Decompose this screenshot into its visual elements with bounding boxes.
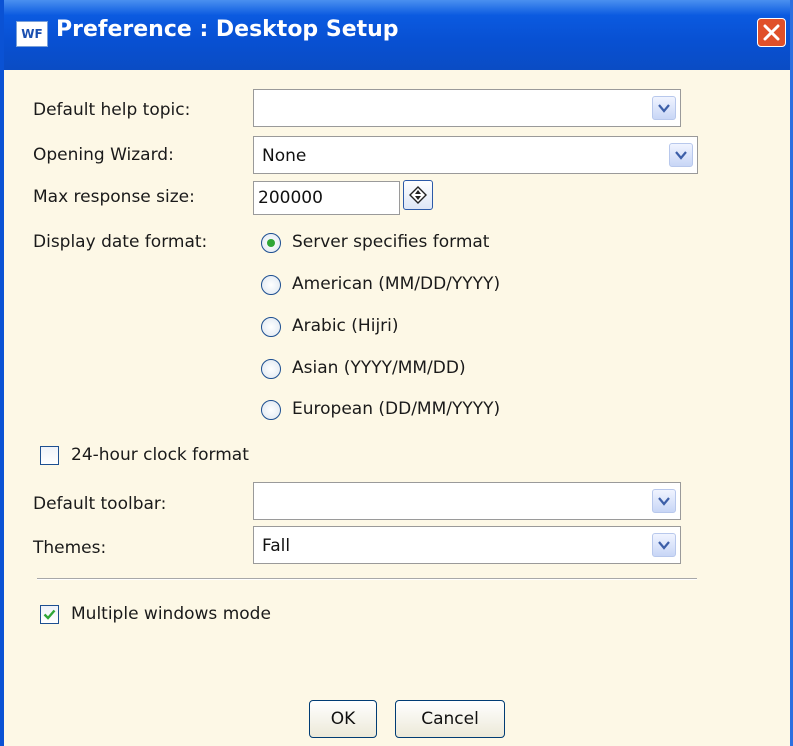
close-icon xyxy=(763,24,780,41)
radio-label-arabic[interactable]: Arabic (Hijri) xyxy=(292,316,399,336)
preference-dialog: WF Preference : Desktop Setup Default he… xyxy=(0,0,793,746)
clock-24-hour-checkbox[interactable] xyxy=(40,446,59,465)
title-bar[interactable]: WF Preference : Desktop Setup xyxy=(4,0,790,70)
default-toolbar-select[interactable] xyxy=(253,482,681,520)
app-icon: WF xyxy=(16,21,48,47)
checkmark-icon xyxy=(43,609,56,620)
max-response-size-input[interactable] xyxy=(258,188,393,208)
clock-24-hour-label[interactable]: 24-hour clock format xyxy=(71,445,249,465)
ok-button[interactable]: OK xyxy=(309,700,377,738)
default-help-topic-label: Default help topic: xyxy=(33,100,191,120)
cancel-button[interactable]: Cancel xyxy=(395,700,505,738)
radio-label-american[interactable]: American (MM/DD/YYYY) xyxy=(292,274,500,294)
radio-label-asian[interactable]: Asian (YYYY/MM/DD) xyxy=(292,358,466,378)
opening-wizard-select[interactable]: None xyxy=(253,136,698,174)
radio-european[interactable] xyxy=(261,400,281,420)
opening-wizard-value: None xyxy=(262,146,307,166)
max-response-size-label: Max response size: xyxy=(33,187,195,207)
opening-wizard-label: Opening Wizard: xyxy=(33,145,174,165)
themes-dropdown-button[interactable] xyxy=(652,533,676,557)
chevron-down-icon xyxy=(658,497,670,506)
themes-label: Themes: xyxy=(33,538,107,558)
default-toolbar-dropdown-button[interactable] xyxy=(652,489,676,513)
radio-asian[interactable] xyxy=(261,359,281,379)
default-help-topic-select[interactable] xyxy=(253,89,681,127)
chevron-down-icon xyxy=(658,541,670,550)
separator xyxy=(37,578,697,580)
opening-wizard-dropdown-button[interactable] xyxy=(669,143,693,167)
close-button[interactable] xyxy=(757,18,786,47)
themes-select[interactable]: Fall xyxy=(253,526,681,564)
default-help-topic-dropdown-button[interactable] xyxy=(652,96,676,120)
chevron-down-icon xyxy=(675,151,687,160)
radio-server-specifies-format[interactable] xyxy=(261,233,281,253)
themes-value: Fall xyxy=(262,536,291,556)
radio-selected-dot xyxy=(267,239,275,247)
max-response-size-spinner[interactable] xyxy=(403,180,433,210)
multiple-windows-checkbox[interactable] xyxy=(40,605,59,624)
radio-arabic[interactable] xyxy=(261,317,281,337)
radio-label-server-specifies-format[interactable]: Server specifies format xyxy=(292,232,489,252)
chevron-down-icon xyxy=(658,104,670,113)
multiple-windows-label[interactable]: Multiple windows mode xyxy=(71,604,271,624)
default-toolbar-label: Default toolbar: xyxy=(33,494,167,514)
diamond-spinner-icon xyxy=(409,186,427,204)
display-date-format-label: Display date format: xyxy=(33,232,208,252)
radio-label-european[interactable]: European (DD/MM/YYYY) xyxy=(292,399,500,419)
radio-american[interactable] xyxy=(261,275,281,295)
window-title: Preference : Desktop Setup xyxy=(56,17,399,42)
max-response-size-field-box xyxy=(253,181,400,215)
